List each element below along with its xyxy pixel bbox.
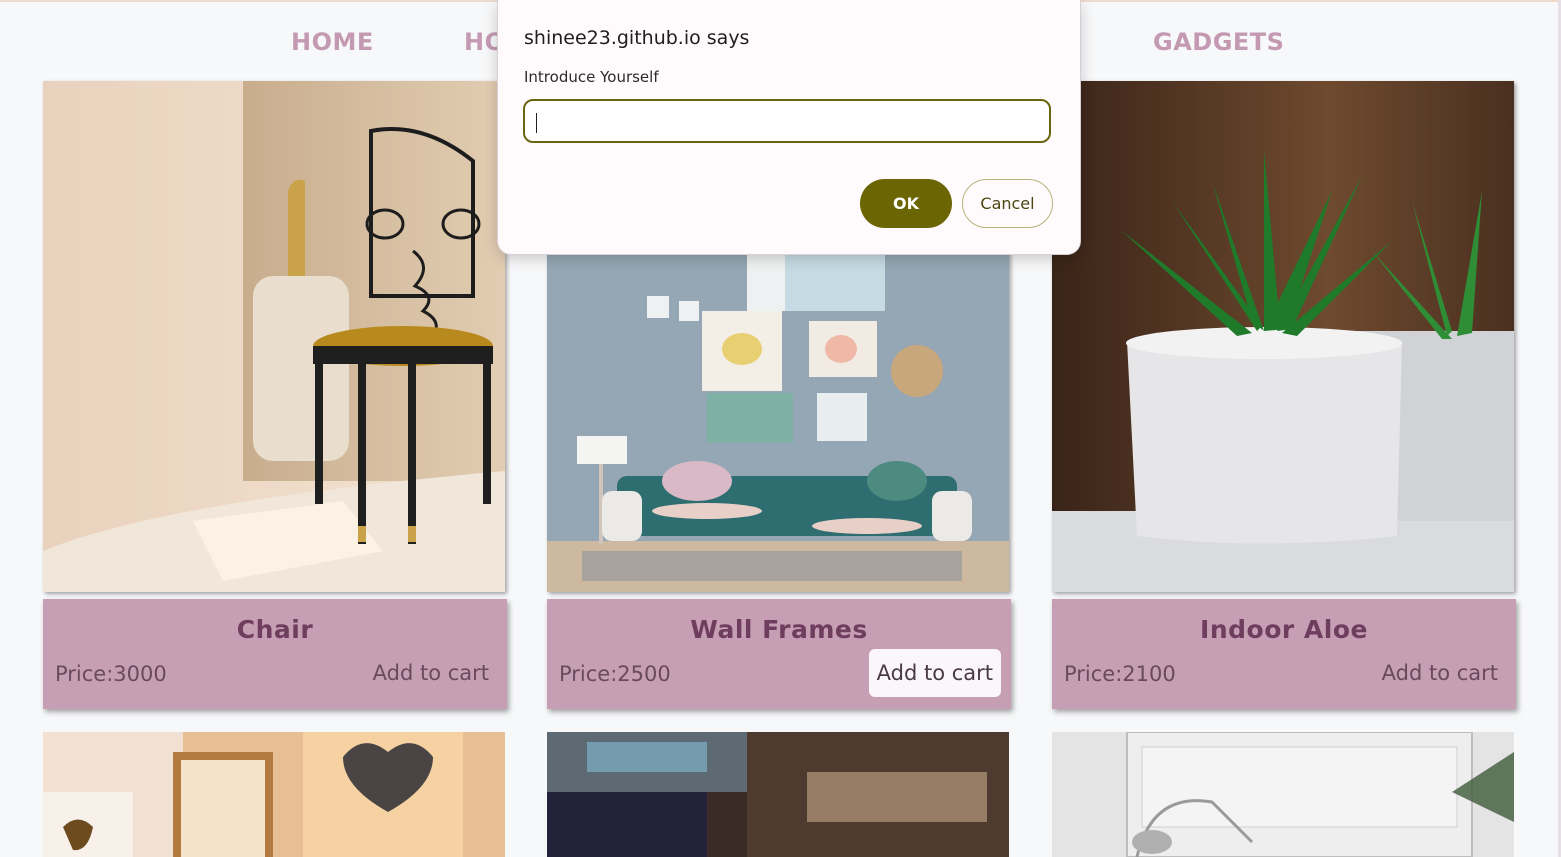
introduce-yourself-input[interactable] (523, 99, 1051, 143)
product-info-indoor-aloe: Indoor Aloe Price:2100 Add to cart (1052, 599, 1516, 709)
dialog-message: Introduce Yourself (524, 68, 659, 86)
product-image-row2-1 (43, 732, 505, 857)
indoor-aloe-image (1052, 81, 1514, 592)
dialog-title: shinee23.github.io says (524, 27, 750, 49)
ok-button[interactable]: OK (860, 179, 952, 228)
nav-home-link[interactable]: HOME (291, 28, 374, 56)
product-price: Price:2500 (559, 662, 671, 686)
chair-image (43, 81, 505, 592)
product-title: Chair (236, 615, 314, 644)
product-price: Price:3000 (55, 662, 167, 686)
product-image-row2-2 (547, 732, 1009, 857)
add-to-cart-button[interactable]: Add to cart (365, 649, 497, 697)
product-info-chair: Chair Price:3000 Add to cart (43, 599, 507, 709)
add-to-cart-button[interactable]: Add to cart (868, 649, 1001, 697)
product-price: Price:2100 (1064, 662, 1176, 686)
text-caret (536, 113, 537, 133)
add-to-cart-button[interactable]: Add to cart (1374, 649, 1506, 697)
product-image-row2-3 (1052, 732, 1514, 857)
cancel-button[interactable]: Cancel (962, 179, 1053, 228)
product-title: Indoor Aloe (1200, 615, 1368, 644)
prompt-dialog: shinee23.github.io says Introduce Yourse… (497, 0, 1081, 255)
nav-gadgets-link[interactable]: GADGETS (1153, 28, 1284, 56)
product-info-wall-frames: Wall Frames Price:2500 Add to cart (547, 599, 1011, 709)
product-title: Wall Frames (690, 615, 868, 644)
